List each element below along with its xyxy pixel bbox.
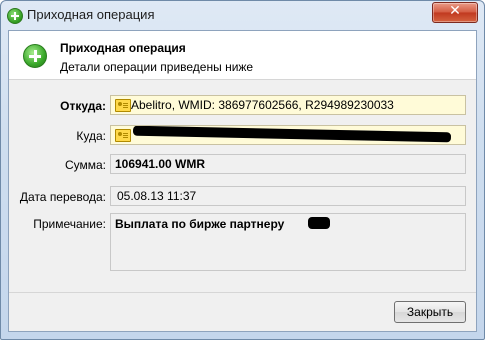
from-field[interactable]: Abelitro, WMID: 386977602566, R294989230…	[110, 95, 466, 115]
title-bar[interactable]: Приходная операция ✕	[1, 1, 484, 29]
amount-value: 106941.00 WMR	[115, 157, 206, 171]
wmid-card-icon	[115, 99, 131, 112]
window-title: Приходная операция	[27, 7, 155, 22]
from-value: Abelitro, WMID: 386977602566, R294989230…	[131, 98, 394, 112]
date-value: 05.08.13 11:37	[117, 189, 197, 203]
close-icon: ✕	[449, 3, 461, 19]
close-button[interactable]: Закрыть	[394, 301, 466, 323]
window-close-button[interactable]: ✕	[432, 2, 478, 23]
amount-field: 106941.00 WMR	[110, 154, 466, 174]
dialog-window: Приходная операция ✕ Приходная операция …	[0, 0, 485, 340]
header-subtitle: Детали операции приведены ниже	[60, 60, 254, 74]
date-label: Дата перевода:	[19, 190, 106, 204]
wmid-card-icon	[115, 129, 131, 142]
redaction-mark	[308, 217, 330, 229]
plus-circle-icon	[7, 8, 23, 24]
note-value: Выплата по бирже партнеру	[115, 217, 285, 231]
to-field[interactable]	[110, 125, 466, 145]
dialog-header: Приходная операция Детали операции приве…	[9, 31, 476, 80]
dialog-client-area: Приходная операция Детали операции приве…	[8, 30, 477, 332]
to-label: Куда:	[76, 129, 106, 143]
note-field: Выплата по бирже партнеру	[110, 213, 466, 271]
from-label: Откуда:	[60, 99, 106, 113]
dialog-footer: Закрыть	[9, 292, 476, 331]
amount-label: Сумма:	[64, 158, 106, 172]
redaction-mark	[132, 126, 452, 143]
header-title: Приходная операция	[60, 41, 186, 55]
date-field: 05.08.13 11:37	[110, 186, 466, 206]
note-label: Примечание:	[33, 217, 106, 231]
plus-circle-icon	[23, 44, 47, 68]
